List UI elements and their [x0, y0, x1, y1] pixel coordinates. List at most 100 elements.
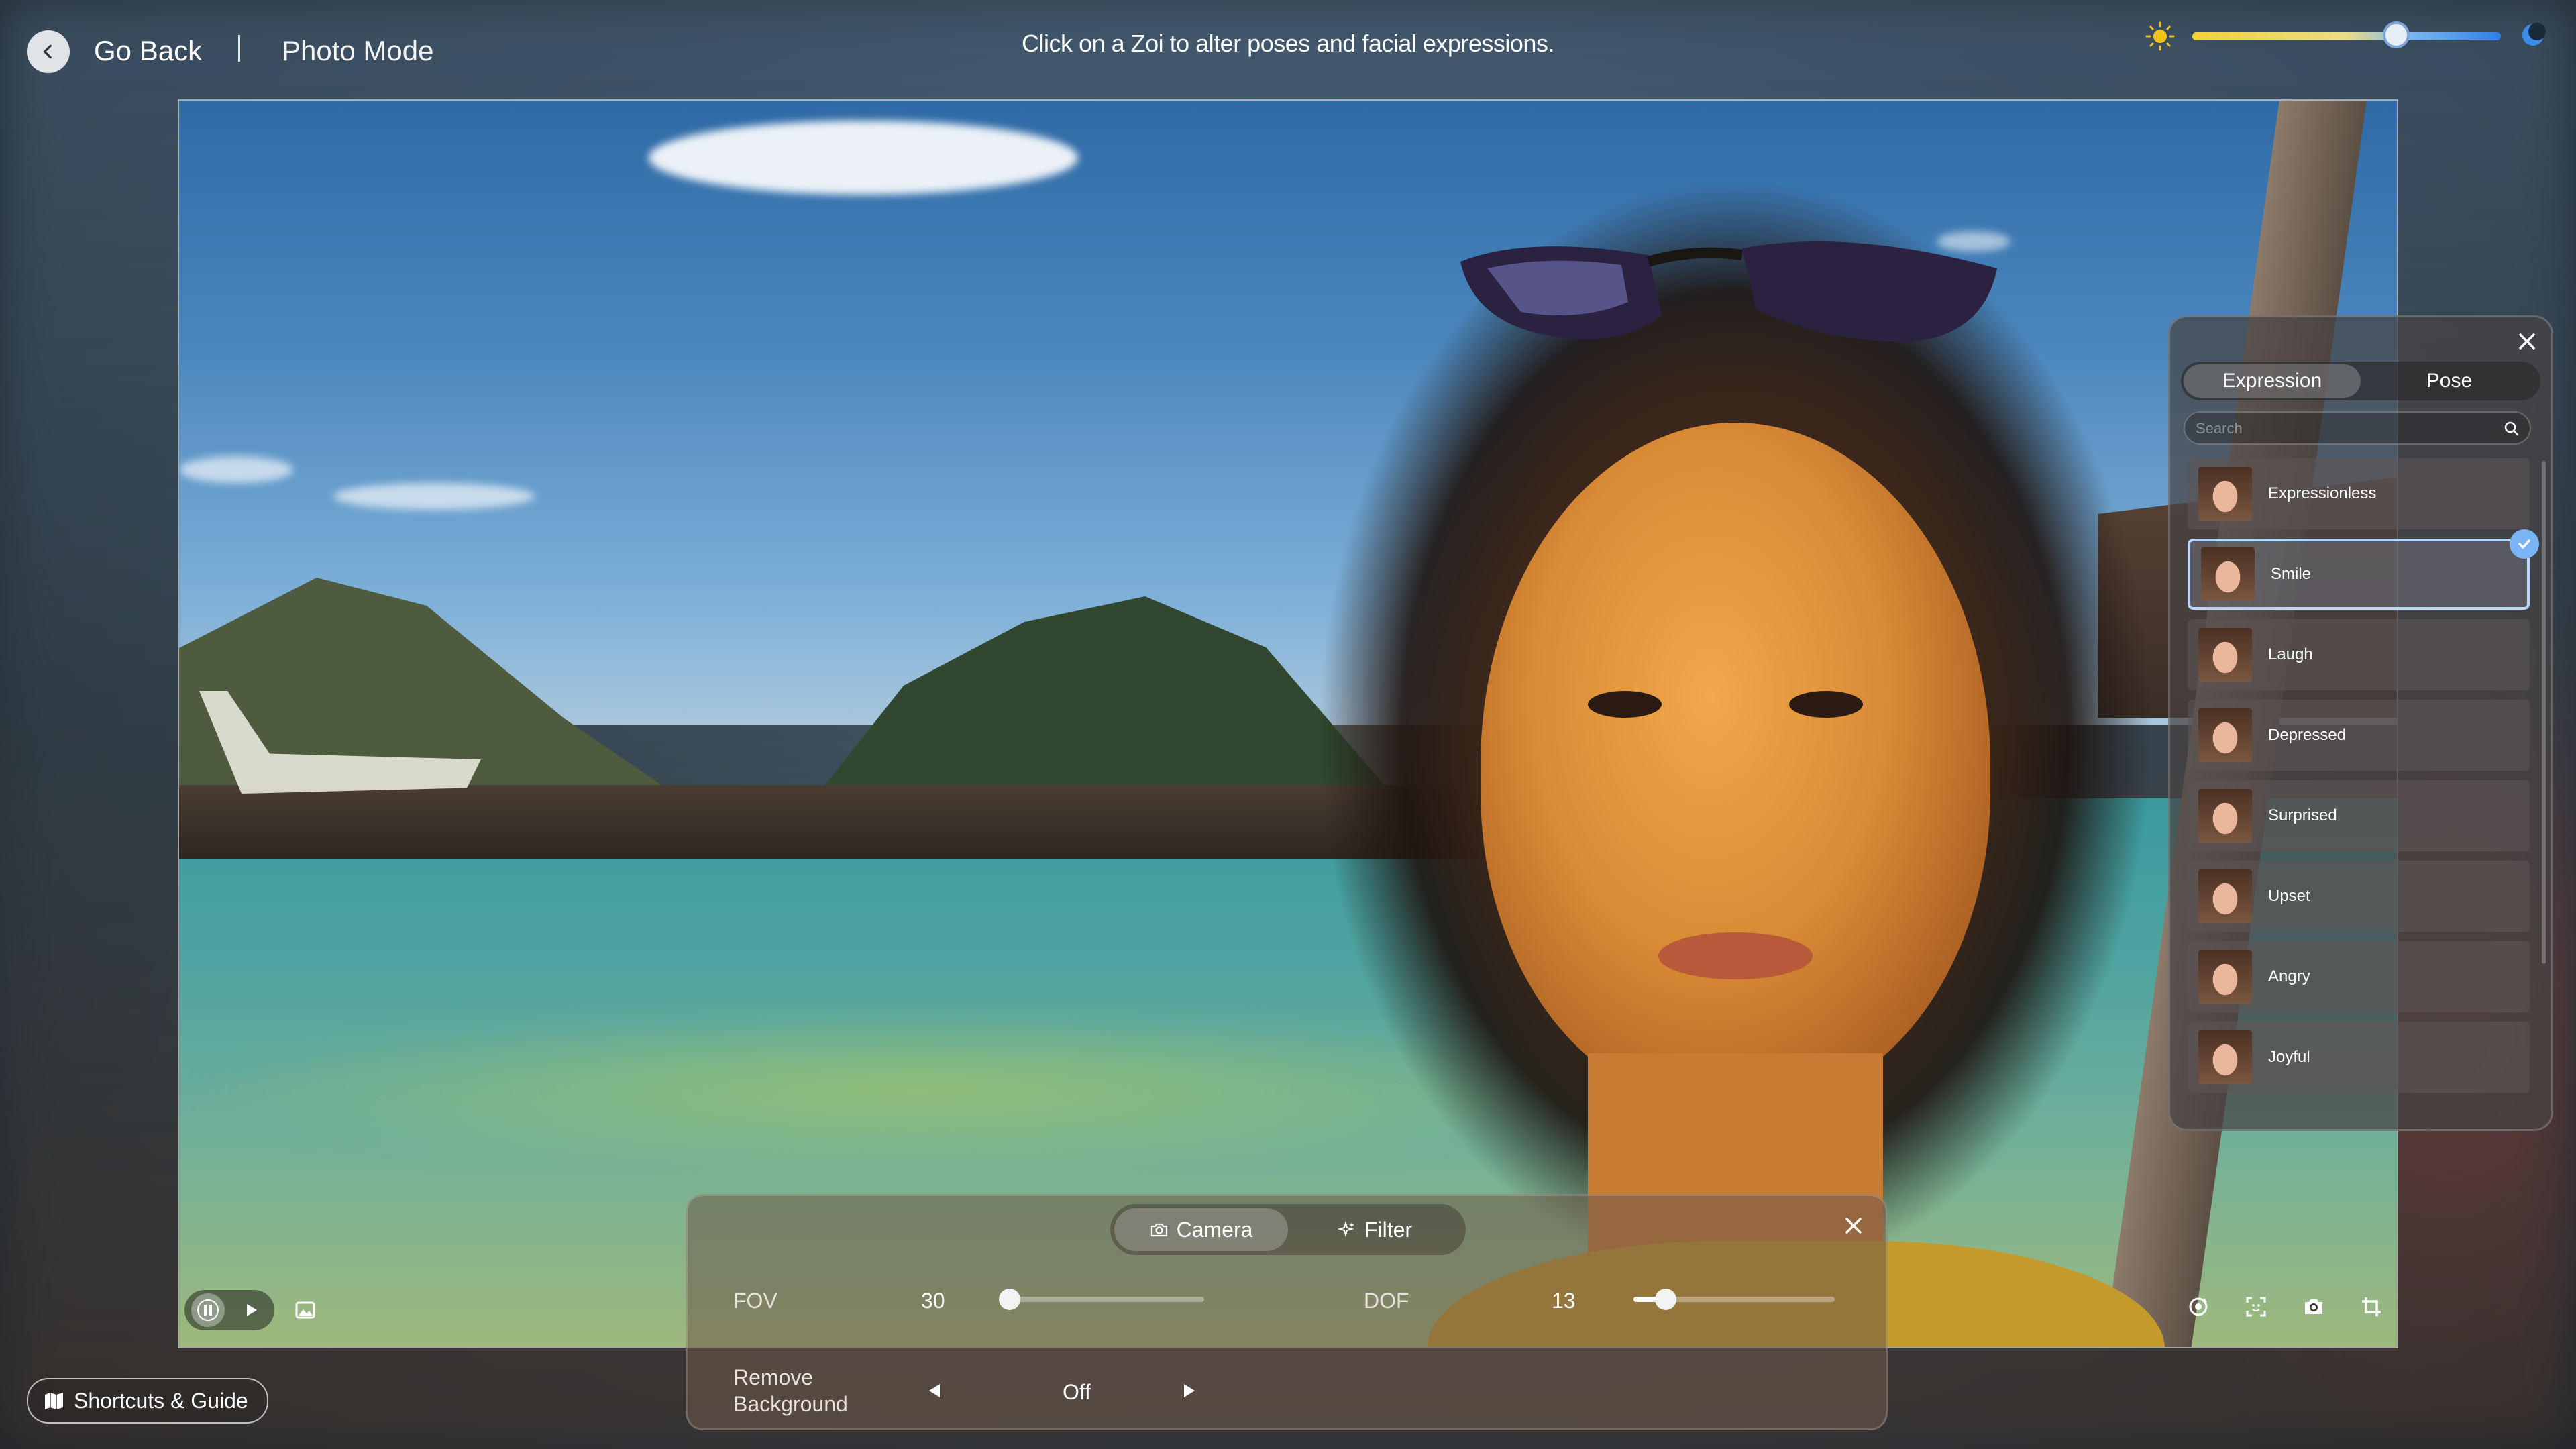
- item-label: Upset: [2268, 887, 2310, 905]
- close-icon[interactable]: [2515, 329, 2539, 354]
- crop-icon: [2362, 1297, 2381, 1316]
- list-item[interactable]: Smile: [2188, 529, 2539, 610]
- pause-button[interactable]: [191, 1293, 225, 1327]
- item-label: Laugh: [2268, 645, 2313, 663]
- list-item[interactable]: Laugh: [2188, 619, 2530, 690]
- camera-capture-icon: [2305, 1299, 2322, 1314]
- top-bar: Go Back Photo Mode Click on a Zoi to alt…: [0, 0, 2576, 101]
- cloud: [333, 483, 535, 510]
- left-eye: [1588, 691, 1662, 718]
- fov-slider-thumb[interactable]: [999, 1289, 1020, 1310]
- list-item[interactable]: Surprised: [2188, 780, 2530, 851]
- fov-slider[interactable]: [999, 1289, 1204, 1310]
- expression-list: Expressionless Smile Laugh Depressed Sur…: [2188, 458, 2539, 1102]
- avatar: [2201, 547, 2255, 601]
- lips: [1658, 932, 1813, 979]
- avatar: [2198, 1030, 2252, 1084]
- sparkle-icon: [1337, 1220, 1354, 1238]
- previous-option-arrow[interactable]: [925, 1381, 944, 1400]
- remove-background-value: Off: [1062, 1380, 1091, 1404]
- avatar: [2198, 628, 2252, 682]
- search-input[interactable]: [2194, 418, 2492, 439]
- list-item[interactable]: Expressionless: [2188, 458, 2530, 529]
- list-item[interactable]: Angry: [2188, 941, 2530, 1012]
- dof-value: 13: [1552, 1289, 1576, 1313]
- avatar: [2198, 789, 2252, 843]
- item-label: Joyful: [2268, 1048, 2310, 1066]
- sun-icon: [2145, 21, 2175, 51]
- dof-slider-thumb[interactable]: [1655, 1289, 1676, 1310]
- avatar: [2198, 708, 2252, 762]
- next-option-arrow[interactable]: [1180, 1381, 1199, 1400]
- chevron-left-icon: [43, 44, 52, 59]
- fov-label: FOV: [733, 1289, 777, 1313]
- crop-button[interactable]: [2353, 1288, 2390, 1326]
- capture-button[interactable]: [2295, 1288, 2332, 1326]
- list-item[interactable]: Depressed: [2188, 700, 2530, 771]
- dof-label: DOF: [1364, 1289, 1409, 1313]
- rotate-camera-button[interactable]: [2180, 1288, 2217, 1326]
- remove-background-label-line2: Background: [733, 1392, 848, 1416]
- expression-tabs: Expression Pose: [2181, 362, 2540, 400]
- tab-filter-label: Filter: [1364, 1217, 1413, 1242]
- item-label: Expressionless: [2268, 484, 2377, 502]
- remove-background-label: Remove Background: [733, 1364, 848, 1417]
- tab-expression[interactable]: Expression: [2184, 364, 2361, 398]
- expression-panel: Expression Pose Expressionless Smile Lau…: [2168, 315, 2553, 1131]
- avatar: [2198, 467, 2252, 521]
- focus-frame-button[interactable]: [2237, 1288, 2275, 1326]
- search-box: [2184, 411, 2531, 445]
- list-scrollbar[interactable]: [2542, 461, 2546, 964]
- right-eye: [1789, 691, 1863, 718]
- list-item[interactable]: Upset: [2188, 861, 2530, 932]
- tab-camera-label: Camera: [1176, 1217, 1253, 1242]
- page-title: Photo Mode: [282, 35, 434, 66]
- fov-value: 30: [921, 1289, 945, 1313]
- time-of-day-slider[interactable]: [2192, 21, 2501, 48]
- camera-icon: [1150, 1223, 1167, 1237]
- play-icon: [247, 1304, 257, 1316]
- character-face: [1481, 423, 1990, 1107]
- avatar: [2198, 869, 2252, 923]
- cloud: [179, 456, 293, 483]
- title-divider: [238, 35, 240, 62]
- close-icon[interactable]: [1840, 1212, 1867, 1239]
- camera-tools: [2180, 1288, 2390, 1326]
- item-label: Smile: [2271, 565, 2312, 583]
- rotate-camera-icon: [2189, 1297, 2208, 1316]
- search-icon[interactable]: [2503, 420, 2520, 437]
- camera-tabs: Camera Filter: [1110, 1204, 1466, 1255]
- shortcuts-guide-label: Shortcuts & Guide: [74, 1388, 248, 1413]
- focus-frame-icon: [2246, 1297, 2266, 1317]
- remove-background-label-line1: Remove: [733, 1365, 814, 1389]
- shortcuts-guide-button[interactable]: Shortcuts & Guide: [27, 1378, 268, 1424]
- selected-badge: [2510, 529, 2539, 559]
- playback-controls: [184, 1288, 324, 1332]
- time-of-day-thumb[interactable]: [2382, 21, 2410, 48]
- camera-settings-panel: Camera Filter FOV 30 DOF 13 Remove Backg…: [686, 1194, 1888, 1430]
- item-label: Angry: [2268, 967, 2310, 985]
- tab-camera[interactable]: Camera: [1114, 1208, 1288, 1251]
- photo-viewport[interactable]: [178, 99, 2398, 1348]
- back-button[interactable]: [27, 30, 70, 73]
- moon-icon: [2522, 23, 2546, 46]
- dof-slider[interactable]: [1633, 1289, 1835, 1310]
- play-button[interactable]: [234, 1293, 268, 1327]
- tab-pose[interactable]: Pose: [2361, 364, 2538, 398]
- item-label: Depressed: [2268, 726, 2347, 744]
- sunglasses: [1460, 241, 1997, 342]
- avatar: [2198, 950, 2252, 1004]
- instruction-hint: Click on a Zoi to alter poses and facial…: [1022, 30, 1554, 57]
- playback-pill: [184, 1290, 274, 1330]
- tab-filter[interactable]: Filter: [1288, 1208, 1462, 1251]
- scene-render: [179, 101, 2397, 1347]
- gallery-icon: [295, 1301, 315, 1319]
- pause-icon: [197, 1299, 219, 1321]
- list-item[interactable]: Joyful: [2188, 1022, 2530, 1093]
- back-label[interactable]: Go Back: [94, 35, 202, 67]
- gallery-button[interactable]: [286, 1291, 324, 1329]
- map-icon: [45, 1393, 63, 1409]
- check-icon: [2518, 539, 2530, 549]
- cloud: [649, 121, 1078, 195]
- zoi-character[interactable]: [1226, 181, 2232, 1347]
